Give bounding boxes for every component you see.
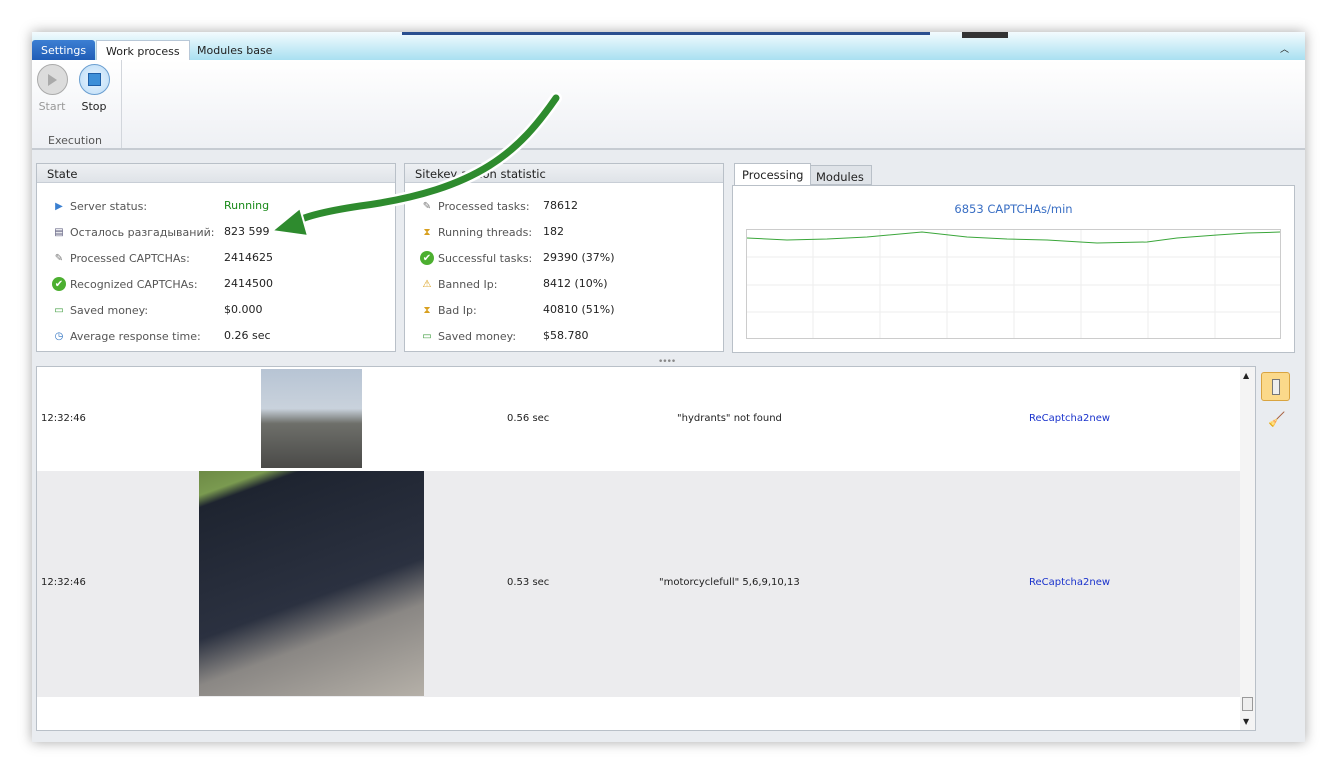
annotation-arrow <box>269 92 562 238</box>
tab-processing[interactable]: Processing <box>734 163 812 185</box>
